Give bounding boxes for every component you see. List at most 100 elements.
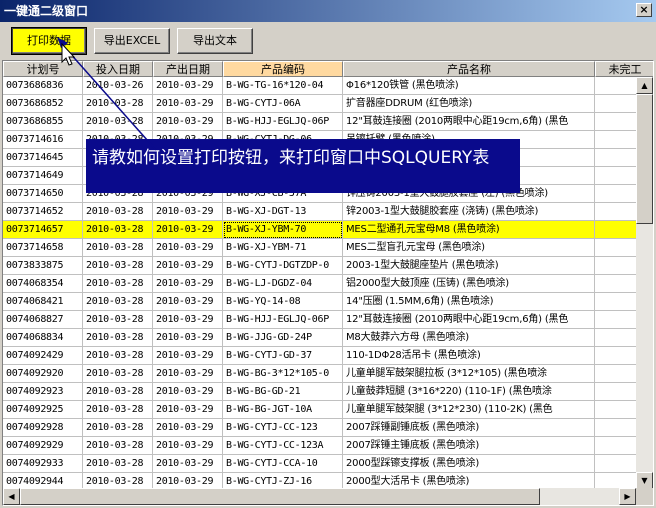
export-excel-button[interactable]: 导出EXCEL [94,28,170,54]
table-cell[interactable]: 0074092429 [3,347,83,365]
table-cell[interactable]: 2010-03-28 [83,221,153,239]
table-cell[interactable]: 110-1DΦ28活吊卡 (黑色喷涂) [343,347,595,365]
table-cell[interactable]: B-WG-BG-GD-21 [223,383,343,401]
table-cell[interactable]: 2010-03-29 [153,221,223,239]
table-row[interactable]: 0074092923 2010-03-28 2010-03-29 B-WG-BG-GD… [3,383,653,401]
table-cell[interactable]: 0073714616 [3,131,83,149]
table-cell[interactable]: B-WG-TG-16*120-04 [223,77,343,95]
table-cell[interactable]: B-WG-YQ-14-08 [223,293,343,311]
table-cell[interactable]: 2010-03-29 [153,401,223,419]
table-cell[interactable]: B-WG-CYTJ-DGTZDP-0 [223,257,343,275]
table-cell[interactable]: 0073714652 [3,203,83,221]
table-cell[interactable]: 2000型踩镲支撑板 (黑色喷涂) [343,455,595,473]
table-cell[interactable]: 0074092929 [3,437,83,455]
column-header[interactable]: 未完工 [595,61,653,77]
table-cell[interactable]: 12"耳鼓连接圈 (2010两眼中心距19cm,6角) (黑色 [343,113,595,131]
table-cell[interactable]: B-WG-JJG-GD-24P [223,329,343,347]
table-cell[interactable]: 2010-03-28 [83,203,153,221]
table-cell[interactable]: 2010-03-29 [153,293,223,311]
table-cell[interactable]: 2010-03-29 [153,365,223,383]
table-cell[interactable]: 2010-03-29 [153,311,223,329]
table-cell[interactable]: B-WG-CYTJ-06A [223,95,343,113]
data-grid[interactable]: 计划号 投入日期 产出日期 产品编码 产品名称 未完工 0073686836 20… [2,60,654,506]
table-cell[interactable]: 2010-03-29 [153,113,223,131]
table-row[interactable]: 0073686836 2010-03-26 2010-03-29 B-WG-TG-16… [3,77,653,95]
close-icon[interactable]: × [636,3,652,17]
table-cell[interactable]: 儿童单腿军鼓架腿拉板 (3*12*105) (黑色喷涂 [343,365,595,383]
table-cell[interactable]: 2010-03-28 [83,113,153,131]
scroll-left-icon[interactable]: ◀ [3,488,20,505]
column-header[interactable]: 产品名称 [343,61,595,77]
table-cell[interactable]: 2010-03-28 [83,239,153,257]
table-row[interactable]: 0074068354 2010-03-28 2010-03-29 B-WG-LJ-DG… [3,275,653,293]
table-cell[interactable]: 0074092925 [3,401,83,419]
table-cell[interactable]: 2010-03-29 [153,383,223,401]
table-cell[interactable]: 0073686836 [3,77,83,95]
table-row[interactable]: 0074092933 2010-03-28 2010-03-29 B-WG-CYTJ-… [3,455,653,473]
table-cell[interactable]: B-WG-XJ-YBM-70 [223,221,343,239]
table-cell[interactable]: 2010-03-29 [153,257,223,275]
column-header[interactable]: 计划号 [3,61,83,77]
table-cell[interactable]: M8大鼓莽六方母 (黑色喷涂) [343,329,595,347]
table-cell[interactable]: 0073833875 [3,257,83,275]
table-cell[interactable]: 0073714650 [3,185,83,203]
horizontal-scroll-thumb[interactable] [20,488,540,505]
table-row[interactable]: 0074092429 2010-03-28 2010-03-29 B-WG-CYTJ-… [3,347,653,365]
table-cell[interactable]: 12"耳鼓连接圈 (2010两眼中心距19cm,6角) (黑色 [343,311,595,329]
table-row[interactable]: 0074068834 2010-03-28 2010-03-29 B-WG-JJG-G… [3,329,653,347]
table-cell[interactable]: 0074092933 [3,455,83,473]
table-cell[interactable]: B-WG-XJ-YBM-71 [223,239,343,257]
table-cell[interactable]: 2010-03-29 [153,95,223,113]
table-cell[interactable]: 2010-03-28 [83,257,153,275]
table-cell[interactable]: 0074092920 [3,365,83,383]
table-cell[interactable]: 0074092928 [3,419,83,437]
table-cell[interactable]: 14"压圈 (1.5MM,6角) (黑色喷涂) [343,293,595,311]
table-cell[interactable]: 0074068827 [3,311,83,329]
scroll-up-icon[interactable]: ▲ [636,77,653,94]
table-cell[interactable]: 0073686852 [3,95,83,113]
table-cell[interactable]: 0074068421 [3,293,83,311]
table-row[interactable]: 0073686852 2010-03-28 2010-03-29 B-WG-CYTJ-… [3,95,653,113]
table-row[interactable]: 0073714652 2010-03-28 2010-03-29 B-WG-XJ-DG… [3,203,653,221]
table-cell[interactable]: 2010-03-29 [153,419,223,437]
table-cell[interactable]: 2007踩锤主锤底板 (黑色喷涂) [343,437,595,455]
table-cell[interactable]: B-WG-BG-3*12*105-0 [223,365,343,383]
table-cell[interactable]: 2010-03-28 [83,293,153,311]
table-cell[interactable]: 2010-03-28 [83,95,153,113]
table-cell[interactable]: 0073714658 [3,239,83,257]
table-cell[interactable]: B-WG-XJ-DGT-13 [223,203,343,221]
table-cell[interactable]: 2010-03-29 [153,347,223,365]
table-cell[interactable]: B-WG-HJJ-EGLJQ-06P [223,113,343,131]
table-cell[interactable]: 2010-03-28 [83,329,153,347]
table-row[interactable]: 0074092925 2010-03-28 2010-03-29 B-WG-BG-JG… [3,401,653,419]
vertical-scrollbar[interactable]: ▲ ▼ [636,77,653,489]
table-cell[interactable]: B-WG-CYTJ-CCA-10 [223,455,343,473]
table-row[interactable]: 0073714658 2010-03-28 2010-03-29 B-WG-XJ-YB… [3,239,653,257]
table-cell[interactable]: 2003-1型大鼓腿座垫片 (黑色喷涂) [343,257,595,275]
column-header[interactable]: 投入日期 [83,61,153,77]
table-row[interactable]: 0073714657 2010-03-28 2010-03-29 B-WG-XJ-YB… [3,221,653,239]
table-row[interactable]: 0073686855 2010-03-28 2010-03-29 B-WG-HJJ-E… [3,113,653,131]
table-row[interactable]: 0074092929 2010-03-28 2010-03-29 B-WG-CYTJ-… [3,437,653,455]
table-cell[interactable]: 扩音器座DDRUM (红色喷涂) [343,95,595,113]
table-cell[interactable]: 2010-03-29 [153,77,223,95]
table-cell[interactable]: B-WG-BG-JGT-10A [223,401,343,419]
export-text-button[interactable]: 导出文本 [177,28,253,54]
table-cell[interactable]: 2010-03-29 [153,275,223,293]
table-cell[interactable]: 2010-03-29 [153,437,223,455]
table-cell[interactable]: 0074068354 [3,275,83,293]
table-cell[interactable]: 2010-03-29 [153,203,223,221]
table-cell[interactable]: 2007踩锤副锤底板 (黑色喷涂) [343,419,595,437]
table-cell[interactable]: 2010-03-28 [83,275,153,293]
print-data-button[interactable]: 打印数据 [11,27,87,55]
table-cell[interactable]: 2010-03-28 [83,455,153,473]
table-cell[interactable]: B-WG-CYTJ-CC-123 [223,419,343,437]
table-cell[interactable]: MES二型盲孔元宝母 (黑色喷涂) [343,239,595,257]
table-cell[interactable]: 2010-03-28 [83,419,153,437]
table-cell[interactable]: 0074068834 [3,329,83,347]
vertical-scroll-thumb[interactable] [636,94,653,224]
table-cell[interactable]: 0074092923 [3,383,83,401]
scroll-right-icon[interactable]: ▶ [619,488,636,505]
table-cell[interactable]: 0073686855 [3,113,83,131]
table-cell[interactable]: 0073714645 [3,149,83,167]
